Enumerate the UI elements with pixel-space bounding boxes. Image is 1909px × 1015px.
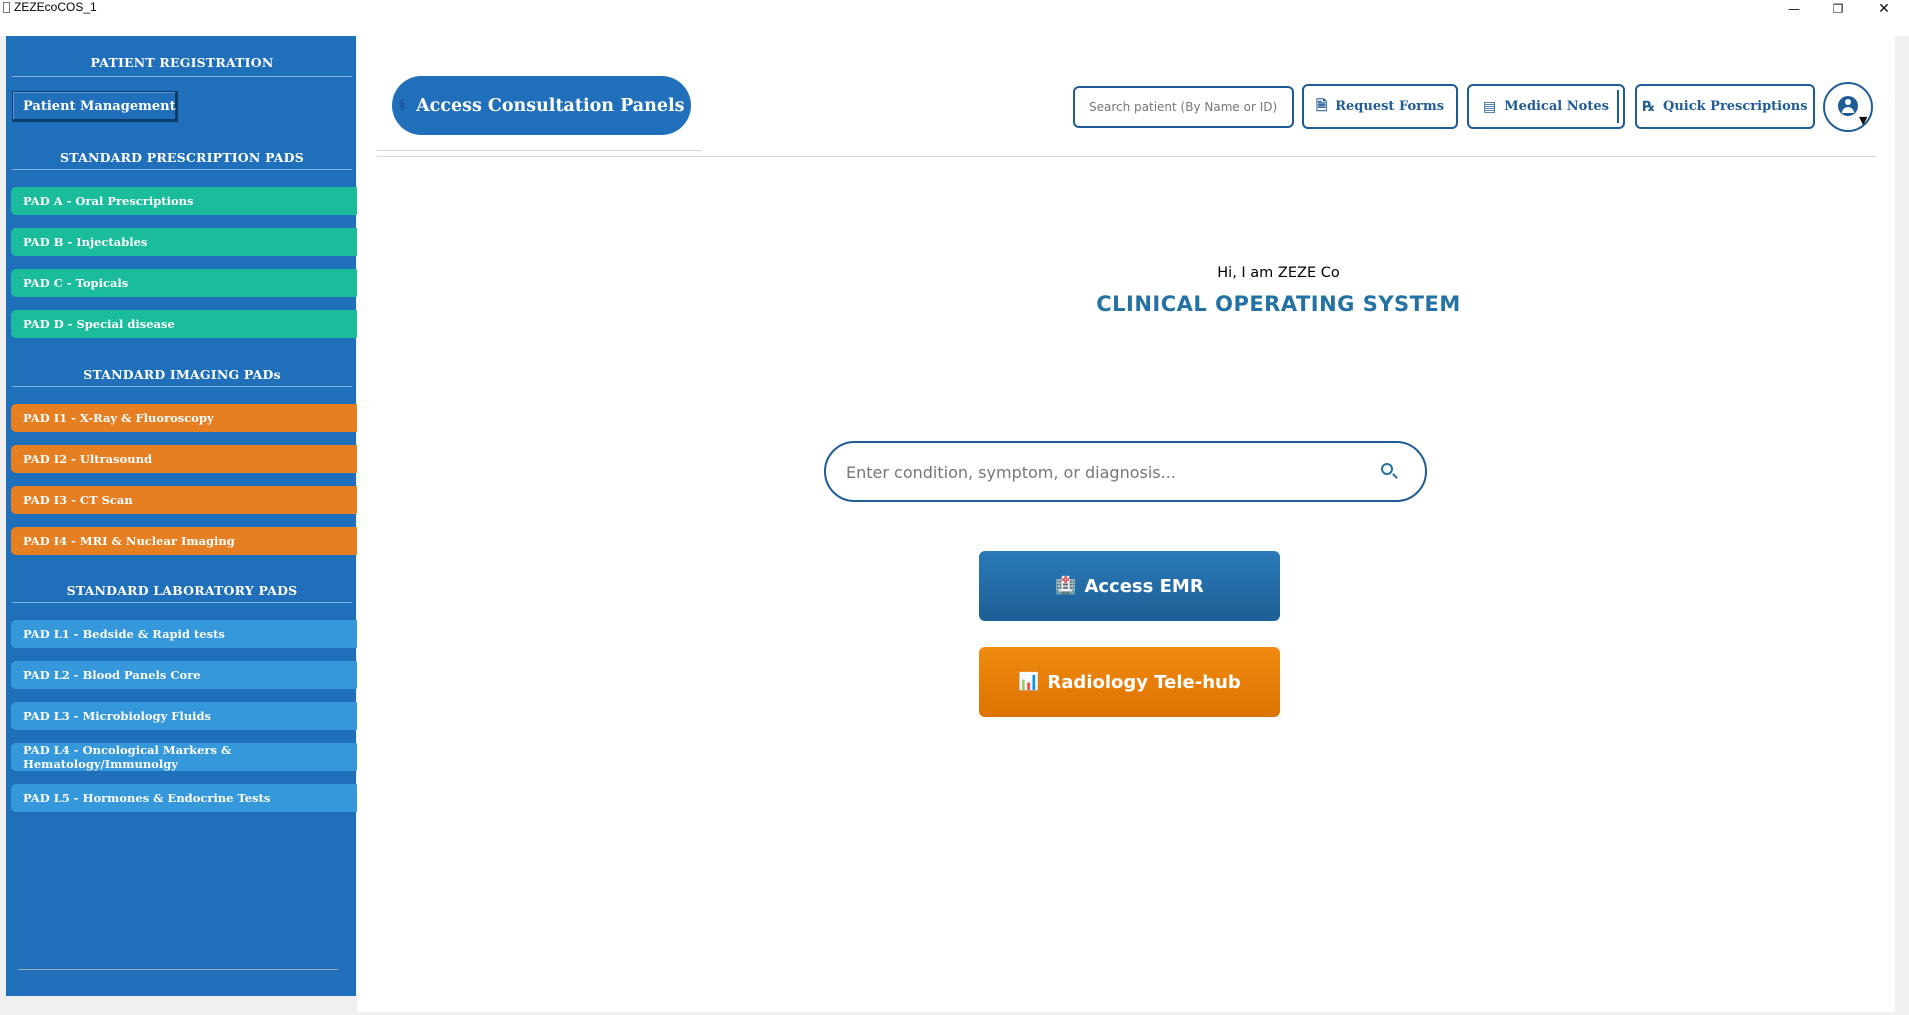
close-button[interactable]: ✕ <box>1862 0 1906 18</box>
laboratory-pads-header: STANDARD LABORATORY PADS <box>66 583 298 598</box>
maximize-button[interactable]: ❐ <box>1816 0 1860 18</box>
document-icon: 🗎 <box>1315 97 1328 114</box>
pad-d-special-disease[interactable]: PAD D - Special disease <box>11 310 360 338</box>
access-consultation-panels-button[interactable]: ⚕ Access Consultation Panels <box>392 76 691 135</box>
chevron-down-icon: ▼ <box>1859 114 1868 127</box>
pad-l3-microbiology[interactable]: PAD L3 - Microbiology Fluids <box>11 702 360 730</box>
pad-b-injectables[interactable]: PAD B - Injectables <box>11 228 360 256</box>
pad-l5-hormones[interactable]: PAD L5 - Hormones & Endocrine Tests <box>11 784 360 812</box>
divider <box>12 386 352 387</box>
page-title: CLINICAL OPERATING SYSTEM <box>1096 292 1461 316</box>
access-emr-label: Access EMR <box>1084 575 1204 597</box>
patient-management-button[interactable]: Patient Management <box>12 91 178 122</box>
search-icon[interactable] <box>1381 463 1393 475</box>
access-emr-button[interactable]: 🏥 Access EMR <box>979 551 1280 621</box>
pad-l2-blood-panels[interactable]: PAD L2 - Blood Panels Core <box>11 661 360 689</box>
prescription-pads-header: STANDARD PRESCRIPTION PADS <box>60 150 304 165</box>
divider <box>12 76 352 77</box>
request-forms-button[interactable]: 🗎 Request Forms <box>1302 84 1458 129</box>
divider <box>377 156 1876 157</box>
medical-notes-label: Medical Notes <box>1504 99 1609 114</box>
pad-i4-mri[interactable]: PAD I4 - MRI & Nuclear Imaging <box>11 527 360 555</box>
divider <box>12 602 352 603</box>
pad-i2-ultrasound[interactable]: PAD I2 - Ultrasound <box>11 445 360 473</box>
pad-i3-ct-scan[interactable]: PAD I3 - CT Scan <box>11 486 360 514</box>
minimize-button[interactable]: — <box>1772 0 1816 18</box>
hospital-icon: 🏥 <box>1055 576 1077 596</box>
main-content: ⚕ Access Consultation Panels 🗎 Request F… <box>357 36 1895 1012</box>
app-icon <box>3 2 10 13</box>
quick-prescriptions-label: Quick Prescriptions <box>1663 99 1808 114</box>
user-avatar-icon <box>1838 96 1858 116</box>
access-consultation-panels-label: Access Consultation Panels <box>416 95 685 116</box>
pad-i1-xray[interactable]: PAD I1 - X-Ray & Fluoroscopy <box>11 404 360 432</box>
window-titlebar: ZEZEcoCOS_1 — ❐ ✕ <box>0 0 1909 36</box>
pad-l1-bedside[interactable]: PAD L1 - Bedside & Rapid tests <box>11 620 360 648</box>
notes-icon: ▤ <box>1483 98 1497 115</box>
prescription-icon: ℞ <box>1642 98 1655 115</box>
radiology-telehub-label: Radiology Tele-hub <box>1047 671 1241 693</box>
stethoscope-icon: ⚕ <box>398 97 407 114</box>
request-forms-label: Request Forms <box>1335 99 1445 114</box>
pad-a-oral-prescriptions[interactable]: PAD A - Oral Prescriptions <box>11 187 360 215</box>
radiology-telehub-button[interactable]: 📊 Radiology Tele-hub <box>979 647 1280 717</box>
sidebar: PATIENT REGISTRATION Patient Management … <box>6 36 360 996</box>
divider <box>377 150 702 151</box>
greeting-text: Hi, I am ZEZE Co <box>1217 265 1340 281</box>
divider <box>18 969 338 970</box>
chart-icon: 📊 <box>1018 672 1040 692</box>
medical-notes-button[interactable]: ▤ Medical Notes <box>1467 84 1625 129</box>
condition-search-input[interactable] <box>846 459 1346 485</box>
quick-prescriptions-button[interactable]: ℞ Quick Prescriptions <box>1635 84 1815 129</box>
user-profile-button[interactable]: ▼ <box>1823 82 1873 132</box>
patient-registration-header: PATIENT REGISTRATION <box>90 55 274 70</box>
condition-search-box <box>824 441 1427 502</box>
divider <box>12 169 352 170</box>
pad-c-topicals[interactable]: PAD C - Topicals <box>11 269 360 297</box>
patient-search-input[interactable] <box>1073 86 1294 128</box>
imaging-pads-header: STANDARD IMAGING PADs <box>83 367 281 382</box>
window-title: ZEZEcoCOS_1 <box>14 0 97 14</box>
pad-l4-oncological[interactable]: PAD L4 - Oncological Markers & Hematolog… <box>11 743 360 771</box>
